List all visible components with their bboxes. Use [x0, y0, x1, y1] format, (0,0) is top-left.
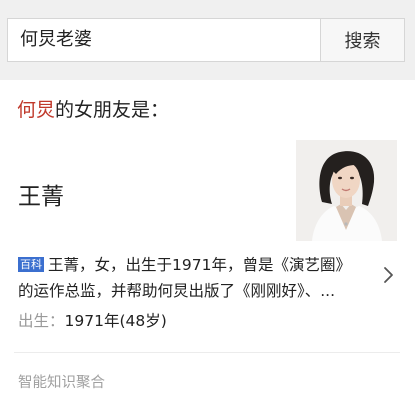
footer-label: 智能知识聚合 [18, 375, 105, 391]
birth-value: 1971年(48岁) [64, 312, 167, 330]
summary-line-2: 的运作总监，并帮助何炅出版了《刚刚好》、... [18, 282, 336, 300]
baike-badge: 百科 [18, 257, 44, 272]
answer-title: 何炅的女朋友是： [17, 95, 169, 122]
divider [14, 352, 400, 353]
search-input[interactable] [8, 19, 320, 61]
birth-info: 出生：1971年(48岁) [18, 309, 167, 331]
search-box: 搜索 [7, 18, 405, 62]
summary-line-1: 王菁，女，出生于1971年，曾是《演艺圈》 [48, 256, 351, 274]
answer-subject: 何炅 [17, 99, 56, 121]
answer-question: 的女朋友是： [55, 99, 170, 121]
summary[interactable]: 百科 王菁，女，出生于1971年，曾是《演艺圈》的运作总监，并帮助何炅出版了《刚刚… [18, 252, 363, 304]
person-photo-image [296, 140, 397, 241]
chevron-right-icon[interactable] [380, 264, 398, 286]
search-bar: 搜索 [0, 0, 415, 80]
person-photo[interactable] [296, 140, 397, 241]
birth-label: 出生： [18, 312, 65, 330]
person-name[interactable]: 王菁 [18, 177, 64, 211]
search-button[interactable]: 搜索 [320, 19, 404, 61]
